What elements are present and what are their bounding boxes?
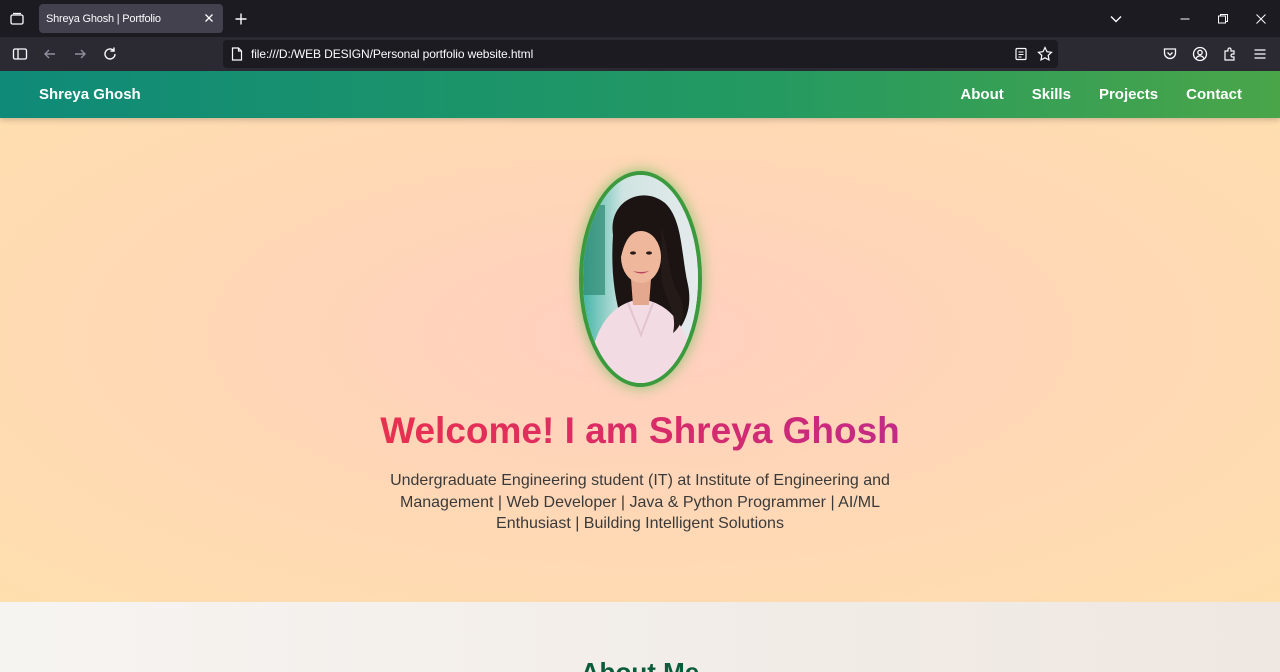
sidebar-toggle-icon[interactable] [10, 44, 30, 64]
hero-subtitle: Undergraduate Engineering student (IT) a… [390, 472, 890, 532]
site-brand[interactable]: Shreya Ghosh [39, 86, 141, 103]
nav-link-skills[interactable]: Skills [1032, 86, 1071, 103]
menu-hamburger-icon[interactable] [1250, 44, 1270, 64]
nav-link-contact[interactable]: Contact [1186, 86, 1242, 103]
minimize-window-icon[interactable] [1174, 8, 1196, 30]
page-icon [230, 47, 244, 61]
account-icon[interactable] [1190, 44, 1210, 64]
reload-icon[interactable] [100, 44, 120, 64]
close-tab-icon[interactable] [201, 10, 217, 26]
list-all-tabs-icon[interactable] [1106, 9, 1126, 29]
site-nav: About Skills Projects Contact [960, 86, 1242, 103]
hero-title-text: Welcome! I am Shreya Ghosh [380, 410, 900, 451]
close-window-icon[interactable] [1250, 8, 1272, 30]
back-arrow-icon[interactable] [40, 44, 60, 64]
about-section: About Me [0, 602, 1280, 672]
forward-arrow-icon[interactable] [70, 44, 90, 64]
tab-groups-icon[interactable] [6, 8, 28, 30]
tab-title: Shreya Ghosh | Portfolio [46, 12, 161, 25]
browser-toolbar: file:///D:/WEB DESIGN/Personal portfolio… [0, 37, 1280, 71]
restore-window-icon[interactable] [1212, 8, 1234, 30]
nav-link-projects[interactable]: Projects [1099, 86, 1158, 103]
browser-tab-active[interactable]: Shreya Ghosh | Portfolio [39, 4, 223, 33]
new-tab-icon[interactable] [231, 9, 251, 29]
address-bar[interactable]: file:///D:/WEB DESIGN/Personal portfolio… [223, 40, 1058, 68]
nav-link-about[interactable]: About [960, 86, 1003, 103]
profile-photo [579, 171, 702, 387]
hero-title: Welcome! I am Shreya Ghosh [0, 410, 1280, 452]
extensions-icon[interactable] [1220, 44, 1240, 64]
browser-tab-bar: Shreya Ghosh | Portfolio [0, 0, 1280, 37]
about-title: About Me [580, 657, 700, 672]
url-text: file:///D:/WEB DESIGN/Personal portfolio… [251, 47, 534, 61]
hero-section: Welcome! I am Shreya Ghosh Undergraduate… [0, 118, 1280, 602]
reader-view-icon[interactable] [1011, 44, 1031, 64]
pocket-icon[interactable] [1160, 44, 1180, 64]
page-viewport: Shreya Ghosh About Skills Projects Conta… [0, 71, 1280, 672]
site-header: Shreya Ghosh About Skills Projects Conta… [0, 71, 1280, 118]
bookmark-star-icon[interactable] [1035, 44, 1055, 64]
